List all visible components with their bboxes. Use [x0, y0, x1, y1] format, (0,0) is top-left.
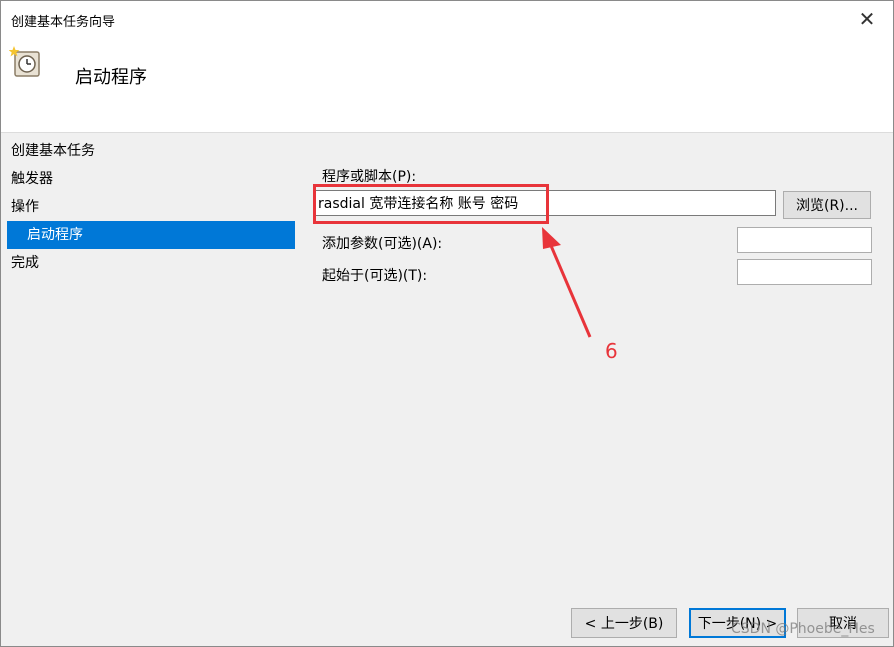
close-icon[interactable]: ✕	[849, 5, 885, 33]
start-in-input[interactable]	[737, 259, 872, 285]
page-title: 启动程序	[75, 67, 147, 88]
step-action[interactable]: 操作	[1, 193, 301, 221]
wizard-steps: 创建基本任务 触发器 操作 启动程序 完成	[1, 137, 301, 277]
header-panel: 启动程序	[1, 35, 893, 133]
title-bar: 创建基本任务向导 ✕	[1, 1, 893, 35]
back-button[interactable]: < 上一步(B)	[571, 608, 677, 638]
task-clock-icon	[9, 46, 40, 77]
step-create-basic-task[interactable]: 创建基本任务	[1, 137, 301, 165]
program-label: 程序或脚本(P):	[322, 169, 417, 185]
watermark: CSDN @Phoebe_Hes	[731, 621, 875, 637]
step-trigger[interactable]: 触发器	[1, 165, 301, 193]
start-in-label: 起始于(可选)(T):	[322, 268, 428, 284]
args-label: 添加参数(可选)(A):	[322, 236, 443, 252]
browse-button[interactable]: 浏览(R)...	[783, 191, 871, 219]
annotation-number: 6	[605, 339, 618, 363]
wizard-window: 创建基本任务向导 ✕ 启动程序 创建基本任务 触发器 操作 启动程序 完成 程序…	[0, 0, 894, 647]
window-title: 创建基本任务向导	[11, 15, 116, 30]
args-input[interactable]	[737, 227, 872, 253]
program-input[interactable]	[313, 190, 776, 216]
step-finish[interactable]: 完成	[1, 249, 301, 277]
step-start-program[interactable]: 启动程序	[7, 221, 295, 249]
